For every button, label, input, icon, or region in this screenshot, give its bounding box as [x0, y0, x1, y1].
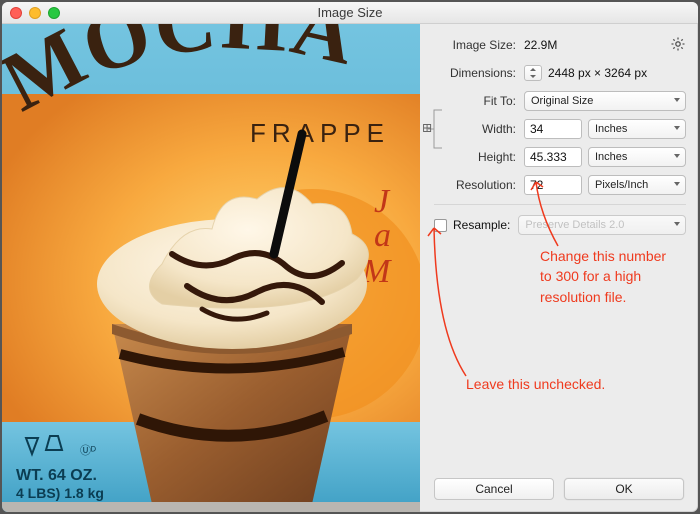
annotation-resolution: Change this number to 300 for a high res…: [540, 246, 680, 307]
window-title: Image Size: [2, 5, 698, 20]
image-size-dialog: Image Size: [2, 2, 698, 512]
resolution-input[interactable]: [524, 175, 582, 195]
cancel-button[interactable]: Cancel: [434, 478, 554, 500]
height-label: Height:: [448, 150, 524, 164]
preview-image: MOCHA FRAPPE J a M WT. 64 OZ. 4 LBS) 1.8…: [2, 24, 420, 512]
dimensions-label: Dimensions:: [434, 66, 524, 80]
ok-button[interactable]: OK: [564, 478, 684, 500]
image-preview: MOCHA FRAPPE J a M WT. 64 OZ. 4 LBS) 1.8…: [2, 24, 420, 512]
height-unit-dropdown[interactable]: Inches: [588, 147, 686, 167]
width-input[interactable]: [524, 119, 582, 139]
svg-text:a: a: [374, 217, 391, 254]
svg-text:J: J: [374, 183, 391, 220]
width-label: Width:: [448, 122, 524, 136]
fit-to-label: Fit To:: [434, 94, 524, 108]
resample-method-dropdown: Preserve Details 2.0: [518, 215, 686, 235]
image-size-value: 22.9M: [524, 38, 557, 52]
annotation-resample: Leave this unchecked.: [466, 374, 605, 394]
fit-to-dropdown[interactable]: Original Size: [524, 91, 686, 111]
width-unit-dropdown[interactable]: Inches: [588, 119, 686, 139]
constrain-proportions-toggle[interactable]: 𐌎: [424, 106, 446, 152]
resolution-unit-dropdown[interactable]: Pixels/Inch: [588, 175, 686, 195]
annotation-arrow-resample: [424, 220, 474, 380]
svg-text:FRAPPE: FRAPPE: [250, 118, 390, 148]
dimensions-unit-toggle[interactable]: [524, 65, 542, 81]
svg-text:WT. 64 OZ.: WT. 64 OZ.: [16, 467, 97, 484]
gear-icon[interactable]: [670, 36, 686, 55]
link-icon: 𐌎: [422, 122, 432, 135]
image-size-label: Image Size:: [434, 38, 524, 52]
controls-panel: Image Size: 22.9M Dimensions: 2448 px × …: [420, 24, 698, 512]
height-input[interactable]: [524, 147, 582, 167]
svg-text:Ⓤᴰ: Ⓤᴰ: [80, 444, 96, 457]
svg-text:4 LBS) 1.8 kg: 4 LBS) 1.8 kg: [16, 485, 104, 501]
resolution-label: Resolution:: [434, 178, 524, 192]
dimensions-value: 2448 px × 3264 px: [548, 66, 647, 80]
resample-checkbox[interactable]: [434, 219, 447, 232]
resample-label: Resample:: [453, 218, 510, 232]
titlebar: Image Size: [2, 2, 698, 24]
